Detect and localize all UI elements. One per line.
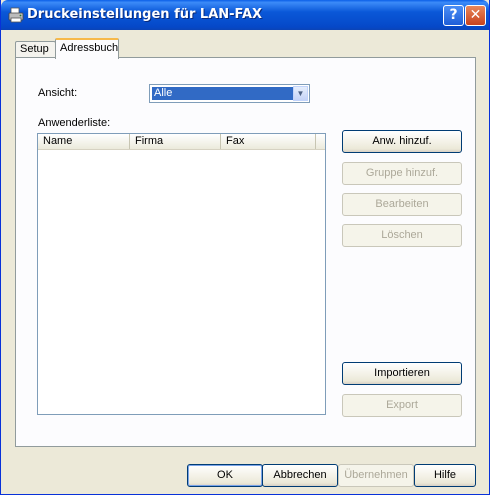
title-bar[interactable]: Druckeinstellungen für LAN-FAX ? ✕ xyxy=(1,0,489,30)
view-label: Ansicht: xyxy=(38,87,78,99)
apply-button[interactable]: Übernehmen xyxy=(338,464,414,487)
column-name[interactable]: Name xyxy=(38,134,130,149)
dialog-window: Druckeinstellungen für LAN-FAX ? ✕ Setup… xyxy=(0,0,490,495)
cancel-button[interactable]: Abbrechen xyxy=(262,464,338,487)
window-title: Druckeinstellungen für LAN-FAX xyxy=(27,7,263,22)
import-button[interactable]: Importieren xyxy=(342,362,462,385)
delete-button[interactable]: Löschen xyxy=(342,224,462,247)
help-button[interactable]: Hilfe xyxy=(414,464,476,487)
tab-setup[interactable]: Setup xyxy=(15,41,56,58)
userlist-label: Anwenderliste: xyxy=(38,117,111,129)
column-firma[interactable]: Firma xyxy=(130,134,221,149)
tab-adressbuch[interactable]: Adressbuch xyxy=(55,38,119,59)
list-header: Name Firma Fax xyxy=(38,134,325,150)
close-button[interactable]: ✕ xyxy=(465,5,486,26)
chevron-down-icon[interactable]: ▼ xyxy=(293,86,308,101)
add-group-button[interactable]: Gruppe hinzuf. xyxy=(342,162,462,185)
view-select[interactable]: Alle ▼ xyxy=(149,84,310,103)
ok-button[interactable]: OK xyxy=(187,464,263,487)
column-fax[interactable]: Fax xyxy=(221,134,316,149)
user-list[interactable]: Name Firma Fax xyxy=(37,133,326,415)
edit-button[interactable]: Bearbeiten xyxy=(342,193,462,216)
add-user-button[interactable]: Anw. hinzuf. xyxy=(342,130,462,153)
help-title-button[interactable]: ? xyxy=(443,5,464,26)
fax-printer-icon xyxy=(8,7,24,23)
export-button[interactable]: Export xyxy=(342,394,462,417)
view-select-value: Alle xyxy=(152,87,295,100)
